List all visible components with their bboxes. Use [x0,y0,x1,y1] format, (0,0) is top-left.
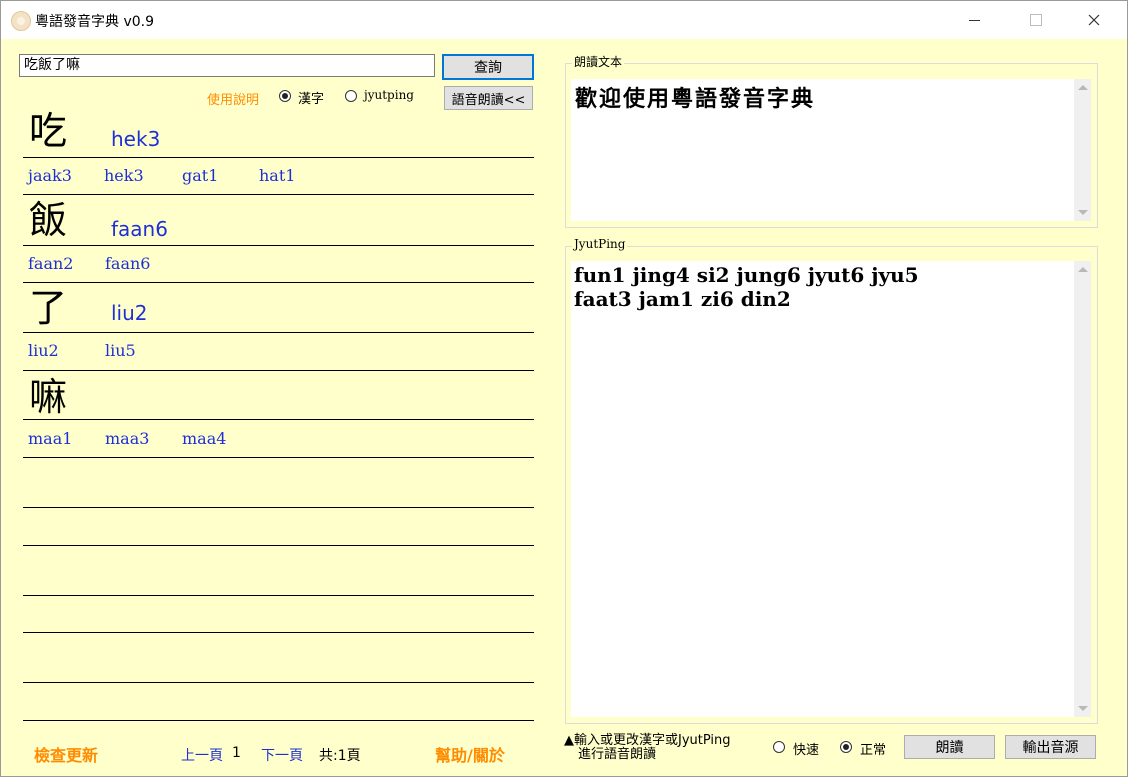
help-about-link[interactable]: 幫助/關於 [435,742,505,766]
app-window: 粵語發音字典 v0.9 吃飯了嘛 查詢 使用說明 漢字 jyutping 語音朗… [0,0,1128,777]
divider [23,194,534,195]
divider [23,419,534,420]
divider [23,157,534,158]
jyutping-text: fun1 jing4 si2 jung6 jyut6 jyu5 faat3 ja… [574,263,919,311]
radio-speed-normal-label: 正常 [860,743,887,758]
entry-alt-jyutping[interactable]: jaak3 [28,166,72,185]
divider [23,507,534,508]
divider [23,245,534,246]
total-pages: 共:1頁 [319,748,361,764]
entry-alt-jyutping[interactable]: liu5 [105,341,136,360]
entry-alt-jyutping[interactable]: hat1 [259,166,295,185]
input-hint-line1: ▲輸入或更改漢字或JyutPing [564,733,731,748]
prev-page-link[interactable]: 上一頁 [181,745,223,765]
entry-alt-jyutping[interactable]: maa3 [105,429,149,448]
input-hint-line2: 進行語音朗讀 [578,747,657,762]
search-input[interactable]: 吃飯了嘛 [19,54,435,77]
entry-char: 飯 [29,198,68,242]
entry-char: 了 [29,286,68,330]
reading-text: 歡迎使用粵語發音字典 [575,86,816,112]
entry-alt-jyutping[interactable]: gat1 [182,166,218,185]
window-title: 粵語發音字典 v0.9 [35,14,154,30]
entry-alt-jyutping[interactable]: faan2 [28,254,73,273]
jyutping-label: JyutPing [572,237,628,251]
entry-alt-jyutping[interactable]: hek3 [104,166,144,185]
reading-textarea[interactable]: 歡迎使用粵語發音字典 [571,79,1091,221]
radio-speed-fast-label: 快速 [793,743,820,758]
reading-scrollbar[interactable] [1074,79,1091,221]
divider [23,720,534,721]
entry-char: 嘛 [29,375,68,419]
next-page-link[interactable]: 下一頁 [261,745,303,765]
divider [23,370,534,371]
entry-char: 吃 [29,109,68,153]
divider [23,595,534,596]
divider [23,682,534,683]
entry-main-jyutping: hek3 [111,127,161,151]
scroll-up-icon[interactable] [1078,267,1088,272]
speak-button[interactable]: 語音朗讀<< [444,86,533,110]
export-audio-button[interactable]: 輸出音源 [1005,735,1096,759]
divider [23,332,534,333]
entry-alt-jyutping[interactable]: faan6 [105,254,150,273]
entry-alt-jyutping[interactable]: maa1 [28,429,72,448]
divider [23,545,534,546]
scroll-down-icon[interactable] [1078,706,1088,711]
radio-hanzi-label: 漢字 [298,92,325,107]
scroll-up-icon[interactable] [1078,85,1088,90]
maximize-icon [1030,14,1042,26]
query-button[interactable]: 查詢 [442,54,534,80]
entry-alt-jyutping[interactable]: maa4 [182,429,226,448]
radio-jyutping[interactable] [345,90,357,102]
scroll-down-icon[interactable] [1078,210,1088,215]
maximize-button[interactable] [1013,1,1059,39]
divider [23,457,534,458]
minimize-icon [968,19,980,21]
divider [23,282,534,283]
page-number: 1 [232,745,241,761]
radio-speed-fast[interactable] [773,741,785,753]
divider [23,632,534,633]
reading-label: 朗讀文本 [572,53,625,70]
close-button[interactable] [1071,1,1117,39]
entry-main-jyutping: liu2 [111,301,148,325]
title-bar: 粵語發音字典 v0.9 [1,1,1127,39]
minimize-button[interactable] [951,1,997,39]
input-hint: ▲輸入或更改漢字或JyutPing 進行語音朗讀 [564,734,731,762]
entry-alt-jyutping[interactable]: liu2 [28,341,59,360]
help-link[interactable]: 使用說明 [207,89,259,108]
jyutping-textarea[interactable]: fun1 jing4 si2 jung6 jyut6 jyu5 faat3 ja… [571,261,1091,717]
jyutping-scrollbar[interactable] [1074,261,1091,717]
read-button[interactable]: 朗讀 [904,735,995,759]
entry-main-jyutping: faan6 [111,217,168,241]
close-icon [1088,14,1100,26]
radio-jyutping-label: jyutping [364,88,414,102]
check-update-link[interactable]: 檢查更新 [34,742,98,766]
radio-speed-normal[interactable] [840,741,852,753]
app-logo-icon [11,11,31,31]
radio-hanzi[interactable] [279,90,291,102]
